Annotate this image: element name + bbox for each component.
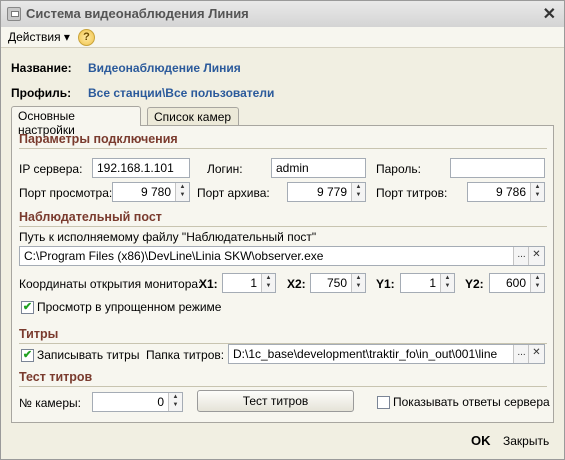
browse-ellipsis-icon[interactable]: ... — [513, 345, 529, 363]
archive-port-stepper[interactable]: 9 779 ▲ ▼ — [287, 182, 366, 202]
server-ip-field[interactable]: 192.168.1.101 — [92, 158, 190, 178]
y2-value: 600 — [505, 276, 526, 290]
view-port-stepper[interactable]: 9 780 ▲ ▼ — [112, 182, 190, 202]
simple-view-checkbox[interactable]: ✔ — [21, 301, 34, 314]
titles-port-label: Порт титров: — [376, 186, 448, 200]
spin-arrows-icon[interactable]: ▲ ▼ — [175, 183, 189, 201]
titles-folder-field[interactable]: D:\1c_base\development\traktir_fo\in_out… — [228, 344, 545, 364]
profile-value: Все станции\Все пользователи — [88, 86, 275, 100]
view-port-value: 9 780 — [140, 185, 171, 199]
profile-label: Профиль: — [11, 86, 72, 100]
actions-menu-label: Действия — [8, 30, 61, 44]
camera-number-label: № камеры: — [19, 396, 81, 410]
y1-label: Y1: — [376, 277, 395, 291]
app-window-icon — [7, 7, 21, 21]
titles-folder-value: D:\1c_base\development\traktir_fo\in_out… — [233, 347, 498, 361]
clear-icon[interactable]: ✕ — [528, 247, 544, 265]
archive-port-label: Порт архива: — [197, 186, 270, 200]
divider — [19, 386, 547, 387]
divider — [19, 226, 547, 227]
observer-path-field[interactable]: C:\Program Files (x86)\DevLine\Linia SKW… — [19, 246, 545, 266]
browse-ellipsis-icon[interactable]: ... — [513, 247, 529, 265]
show-answers-checkbox[interactable] — [377, 396, 390, 409]
camera-number-value: 0 — [157, 395, 164, 409]
y1-value: 1 — [429, 276, 436, 290]
clear-icon[interactable]: ✕ — [528, 345, 544, 363]
post-section-title: Наблюдательный пост — [19, 210, 162, 224]
tab-main-settings[interactable]: Основные настройки — [11, 106, 141, 137]
x1-value: 1 — [250, 276, 257, 290]
record-titles-label: Записывать титры — [37, 348, 140, 362]
name-value: Видеонаблюдение Линия — [88, 61, 241, 75]
spin-arrows-icon[interactable]: ▲ ▼ — [530, 183, 544, 201]
spin-arrows-icon[interactable]: ▲ ▼ — [168, 393, 182, 411]
titles-port-value: 9 786 — [495, 185, 526, 199]
ok-button[interactable]: OK — [471, 433, 491, 448]
login-label: Логин: — [207, 162, 243, 176]
simple-view-label: Просмотр в упрощенном режиме — [37, 300, 222, 314]
divider — [19, 148, 547, 149]
close-window-icon[interactable]: ✕ — [543, 4, 556, 24]
close-button[interactable]: Закрыть — [503, 434, 549, 448]
spin-arrows-icon[interactable]: ▲ ▼ — [351, 183, 365, 201]
actions-menu[interactable]: Действия ▾ — [8, 30, 70, 44]
view-port-label: Порт просмотра: — [19, 186, 113, 200]
test-titles-button[interactable]: Тест титров — [197, 390, 354, 412]
spin-arrows-icon[interactable]: ▲ ▼ — [440, 274, 454, 292]
monitor-coords-label: Координаты открытия монитора: — [19, 277, 202, 291]
help-icon[interactable]: ? — [78, 29, 95, 46]
y1-stepper[interactable]: 1 ▲ ▼ — [400, 273, 455, 293]
x1-stepper[interactable]: 1 ▲ ▼ — [222, 273, 276, 293]
y2-label: Y2: — [465, 277, 484, 291]
chevron-down-icon: ▾ — [63, 30, 70, 44]
x2-value: 750 — [326, 276, 347, 290]
title-bar: Система видеонаблюдения Линия ✕ — [1, 1, 564, 28]
server-ip-label: IP сервера: — [19, 162, 83, 176]
x1-label: X1: — [199, 277, 218, 291]
test-section-title: Тест титров — [19, 370, 93, 384]
y2-stepper[interactable]: 600 ▲ ▼ — [489, 273, 545, 293]
camera-number-stepper[interactable]: 0 ▲ ▼ — [92, 392, 183, 412]
spin-arrows-icon[interactable]: ▲ ▼ — [351, 274, 365, 292]
x2-stepper[interactable]: 750 ▲ ▼ — [310, 273, 366, 293]
password-field[interactable] — [450, 158, 545, 178]
titles-section-title: Титры — [19, 327, 59, 341]
name-label: Название: — [11, 61, 72, 75]
observer-path-label: Путь к исполняемому файлу "Наблюдательны… — [19, 230, 317, 244]
settings-window: Система видеонаблюдения Линия ✕ Действия… — [0, 0, 565, 460]
login-field[interactable]: admin — [271, 158, 366, 178]
x2-label: X2: — [287, 277, 306, 291]
show-answers-label: Показывать ответы сервера — [393, 395, 550, 409]
menu-bar: Действия ▾ ? — [1, 27, 564, 48]
titles-folder-label: Папка титров: — [146, 348, 225, 362]
spin-arrows-icon[interactable]: ▲ ▼ — [530, 274, 544, 292]
titles-port-stepper[interactable]: 9 786 ▲ ▼ — [467, 182, 545, 202]
archive-port-value: 9 779 — [316, 185, 347, 199]
spin-arrows-icon[interactable]: ▲ ▼ — [261, 274, 275, 292]
record-titles-checkbox[interactable]: ✔ — [21, 349, 34, 362]
tab-camera-list[interactable]: Список камер — [147, 107, 239, 126]
main-settings-panel: Параметры подключения IP сервера: 192.16… — [11, 125, 554, 423]
window-title: Система видеонаблюдения Линия — [26, 6, 249, 21]
observer-path-value: C:\Program Files (x86)\DevLine\Linia SKW… — [24, 249, 324, 263]
password-label: Пароль: — [376, 162, 421, 176]
